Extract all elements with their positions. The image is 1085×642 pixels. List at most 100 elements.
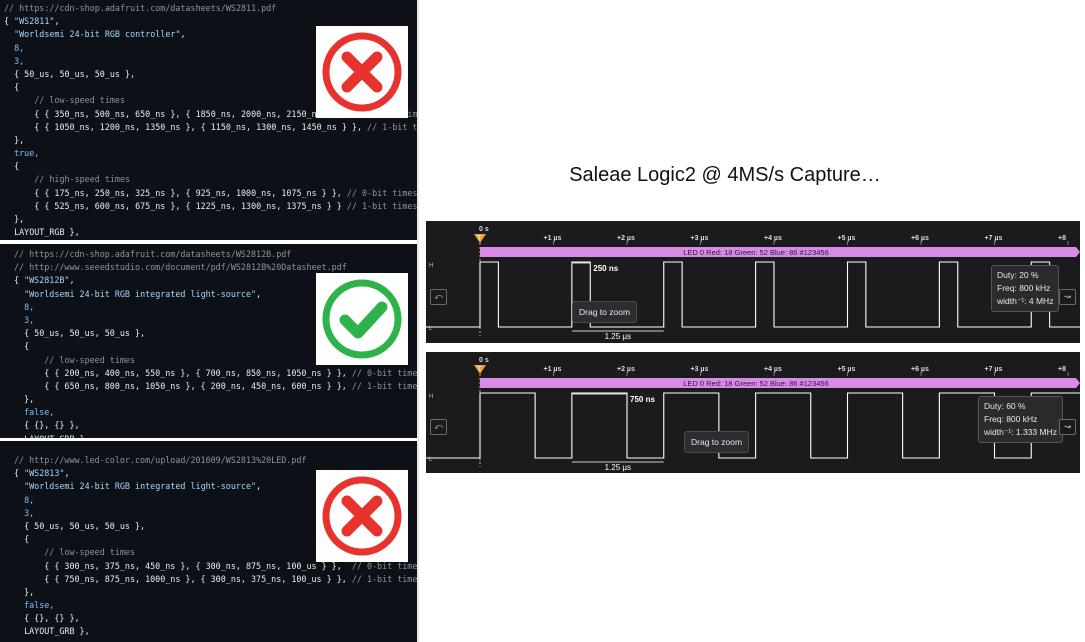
code-token: ,: [256, 288, 262, 299]
check-icon: [316, 273, 408, 365]
width-freq-value: width⁻¹: 4 MHz: [997, 296, 1054, 306]
code-token: { {}, {} },: [14, 613, 80, 624]
channel-settings-button[interactable]: ⤺: [430, 419, 447, 435]
code-token: // low-speed times: [14, 547, 136, 558]
time-tick-label: +3 µs: [691, 235, 709, 242]
code-token: },: [14, 586, 35, 597]
code-token: LAYOUT_RGB },: [4, 227, 80, 238]
code-token: 8,: [14, 494, 35, 505]
code-token: // http://www.seeedstudio.com/document/p…: [14, 262, 347, 273]
code-token: true,: [4, 148, 40, 159]
code-token: {: [4, 161, 20, 172]
measure-button[interactable]: ↝: [1059, 419, 1076, 435]
code-token: 8,: [14, 301, 35, 312]
code-token: // 1-bit times: [351, 573, 417, 584]
time-tick-label: +6 µs: [911, 366, 929, 373]
code-token: { { 350_ns, 500_ns, 650_ns }, { 1850_ns,…: [4, 108, 357, 119]
time-tick-label: +3 µs: [691, 366, 709, 373]
code-token: ,: [64, 468, 70, 479]
code-line: },: [4, 134, 417, 147]
zoom-hint: Drag to zoom: [572, 301, 638, 323]
code-token: false,: [14, 407, 55, 418]
code-line: // https://cdn-shop.adafruit.com/datashe…: [4, 2, 417, 15]
period-label: 1.25 µs: [605, 463, 631, 472]
code-token: ,: [69, 275, 75, 286]
code-token: // low-speed times: [14, 354, 136, 365]
code-line: },: [14, 586, 417, 599]
code-line: {: [4, 160, 417, 173]
code-line: { { 1050_ns, 1200_ns, 1350_ns }, { 1150_…: [4, 121, 417, 134]
code-token: ,: [54, 16, 60, 27]
code-line: { { 525_ns, 600_ns, 675_ns }, { 1225_ns,…: [4, 200, 417, 213]
duty-value: Duty: 60 %: [984, 401, 1026, 411]
time-tick-label: +8: [1058, 235, 1066, 242]
code-token: // https://cdn-shop.adafruit.com/datashe…: [4, 3, 277, 13]
code-line: LAYOUT_RGB },: [4, 226, 417, 239]
cross-icon: [316, 26, 408, 118]
code-token: },: [4, 214, 25, 224]
code-token: {: [14, 468, 25, 479]
measurement-tooltip: Duty: 60 % Freq: 800 kHz width⁻¹: 1.333 …: [978, 396, 1063, 443]
code-line: { {}, {} },: [14, 612, 417, 625]
code-line: { { 200_ns, 400_ns, 550_ns }, { 700_ns, …: [14, 367, 417, 380]
freq-value: Freq: 800 kHz: [984, 414, 1038, 424]
code-line: LAYOUT_GRB },: [14, 625, 417, 638]
code-line: false,: [14, 599, 417, 612]
trigger-label: T: [477, 235, 482, 242]
code-line: },: [4, 213, 417, 226]
time-tick-label: +4 µs: [764, 366, 782, 373]
pulse-width-label: 750 ns: [630, 395, 655, 404]
code-token: "Worldsemi 24-bit RGB controller": [14, 29, 181, 40]
code-token: 3,: [4, 55, 25, 66]
code-token: // 0-bit times: [351, 367, 417, 378]
code-token: "Worldsemi 24-bit RGB integrated light-s…: [24, 288, 257, 299]
code-token: ,: [180, 29, 186, 40]
waveform-trace: [426, 261, 1080, 328]
code-line: { {}, {} },: [14, 419, 417, 432]
code-token: { { 750_ns, 875_ns, 1000_ns }, { 300_ns,…: [14, 573, 352, 584]
measurement-tooltip: Duty: 20 % Freq: 800 kHz width⁻¹: 4 MHz: [991, 265, 1060, 312]
code-line: // http://www.led-color.com/upload/20160…: [14, 454, 417, 467]
logic-capture-1[interactable]: 0 s +1 µs +2 µs +3 µs +4 µs +5 µs +6 µs +7 µs +8…: [426, 221, 1080, 343]
code-token: { { 200_ns, 400_ns, 550_ns }, { 700_ns, …: [14, 367, 352, 378]
code-token: // low-speed times: [4, 95, 126, 106]
slide-title: Saleae Logic2 @ 4MS/s Capture…: [569, 164, 881, 186]
code-token: { { 175_ns, 250_ns, 325_ns }, { 925_ns, …: [4, 187, 347, 198]
code-token: false,: [14, 600, 55, 611]
code-token: { { 1050_ns, 1200_ns, 1350_ns }, { 1150_…: [4, 121, 368, 132]
code-token: "WS2812B": [24, 275, 70, 286]
protocol-text: LED 0 Red: 18 Green: 52 Blue: 86 #123456: [683, 248, 829, 257]
code-line: { { 175_ns, 250_ns, 325_ns }, { 925_ns, …: [4, 187, 417, 200]
code-token: { { 525_ns, 600_ns, 675_ns }, { 1225_ns,…: [4, 200, 347, 211]
channel-high-label: H: [429, 394, 433, 400]
waveform-1: 0 s +1 µs +2 µs +3 µs +4 µs +5 µs +6 µs +7 µs +8…: [426, 226, 1080, 341]
duty-value: Duty: 20 %: [997, 270, 1039, 280]
code-token: "WS2813": [24, 468, 65, 479]
zoom-hint: Drag to zoom: [684, 431, 750, 453]
code-token: 3,: [14, 507, 35, 518]
panel-divider: [417, 0, 419, 642]
code-token: // 1-bit times: [367, 121, 417, 132]
code-token: { 50_us, 50_us, 50_us },: [14, 520, 146, 531]
code-line: true,: [4, 147, 417, 160]
channel-high-label: H: [429, 263, 433, 269]
time-tick-label: +1 µs: [544, 235, 562, 242]
code-token: { {}, {} },: [14, 420, 80, 431]
channel-settings-button[interactable]: ⤺: [430, 289, 447, 305]
code-token: // http://www.led-color.com/upload/20160…: [14, 455, 307, 465]
time-tick-label: +7 µs: [985, 366, 1003, 373]
time-tick-label: 0 s: [479, 357, 489, 364]
logic-capture-2[interactable]: 0 s +1 µs +2 µs +3 µs +4 µs +5 µs +6 µs +7 µs +8…: [426, 352, 1080, 473]
protocol-text: LED 0 Red: 18 Green: 52 Blue: 86 #123456: [683, 379, 829, 388]
code-line: false,: [14, 406, 417, 419]
code-token: "Worldsemi 24-bit RGB integrated light-s…: [24, 481, 257, 492]
time-tick-label: +5 µs: [838, 366, 856, 373]
code-token: // high-speed times: [4, 174, 131, 185]
code-token: {: [4, 82, 20, 93]
measure-button[interactable]: ↝: [1059, 289, 1076, 305]
time-tick-label: +5 µs: [838, 235, 856, 242]
code-token: // https://cdn-shop.adafruit.com/datashe…: [14, 249, 292, 259]
